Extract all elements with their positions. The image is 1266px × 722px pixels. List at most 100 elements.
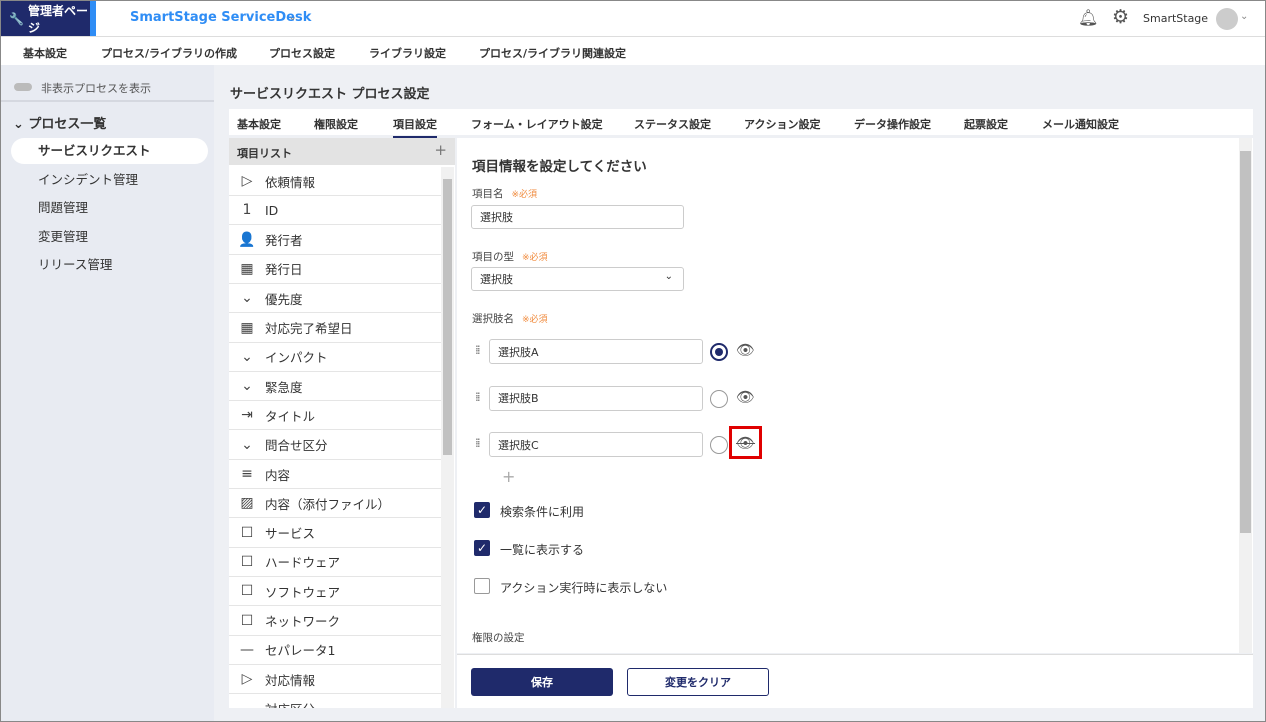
highlight-box	[729, 426, 762, 459]
list-item[interactable]: — セパレータ1	[229, 636, 441, 665]
checkbox[interactable]	[474, 578, 490, 594]
list-item[interactable]: ⌄ 優先度	[229, 284, 441, 314]
list-item[interactable]: ☐ ネットワーク	[229, 607, 441, 636]
item-type-select[interactable]: 選択肢 ⌄	[471, 267, 684, 291]
list-item[interactable]: ▦ 対応完了希望日	[229, 314, 441, 343]
tab-status[interactable]: ステータス設定	[634, 116, 711, 132]
user-name[interactable]: SmartStage	[1143, 12, 1208, 25]
detail-heading: 項目情報を設定してください	[472, 159, 647, 175]
drag-handle-icon[interactable]: ⁞⁞	[475, 343, 480, 357]
list-item[interactable]: ☐ ハードウェア	[229, 548, 441, 577]
list-item-label: タイトル	[265, 408, 316, 424]
checkbox[interactable]: ✓	[474, 502, 490, 518]
dropdown-icon: ⌄	[241, 348, 253, 365]
list-item[interactable]: ☐ サービス	[229, 519, 441, 548]
name-label: 項目名 ※必須	[472, 188, 538, 200]
list-item[interactable]: ▷ 依頼情報	[229, 167, 441, 196]
hidden-process-toggle[interactable]	[14, 83, 32, 91]
tab-data-ops[interactable]: データ操作設定	[854, 116, 931, 132]
list-item[interactable]: ⌄ 問合せ区分	[229, 431, 441, 460]
list-item-label: 発行者	[265, 233, 303, 249]
sidebar-item-service-request[interactable]: サービスリクエスト	[11, 138, 208, 164]
list-item[interactable]: 👤 発行者	[229, 226, 441, 255]
list-item-label: 内容（添付ファイル）	[265, 496, 391, 512]
list-item-label: ID	[265, 202, 279, 218]
tab-ticket[interactable]: 起票設定	[964, 116, 1008, 132]
list-item-label: ネットワーク	[265, 614, 341, 629]
drag-handle-icon[interactable]: ⁞⁞	[475, 390, 480, 404]
list-item[interactable]: ⌄ 対応区分	[229, 694, 441, 708]
list-item[interactable]: ≡ 内容	[229, 460, 441, 489]
dropdown-icon: ⌄	[241, 436, 253, 453]
gear-icon[interactable]: ⚙	[1112, 6, 1129, 28]
list-item[interactable]: ☐ ソフトウェア	[229, 577, 441, 607]
app-title[interactable]: SmartStage ServiceDesk	[130, 10, 311, 25]
add-choice-button[interactable]: +	[502, 467, 515, 486]
nav-create[interactable]: プロセス/ライブラリの作成	[101, 45, 237, 61]
tab-items[interactable]: 項目設定	[393, 116, 437, 138]
avatar[interactable]	[1216, 8, 1238, 30]
default-choice-radio[interactable]	[710, 343, 728, 361]
add-item-button[interactable]: +	[434, 141, 447, 159]
dropdown-icon: ⌄	[237, 699, 257, 708]
chevron-down-icon[interactable]: ⌄	[1240, 11, 1248, 22]
chevron-down-icon: ⌄	[664, 271, 673, 282]
choice-input[interactable]: 選択肢A	[489, 339, 703, 364]
nav-process-settings[interactable]: プロセス設定	[269, 45, 335, 67]
list-item[interactable]: ▦ 発行日	[229, 255, 441, 284]
list-item[interactable]: ⌄ インパクト	[229, 343, 441, 372]
chevron-down-icon[interactable]: ⌄	[288, 10, 297, 23]
process-list-section[interactable]: ⌄ プロセス一覧	[13, 113, 106, 132]
tab-form-layout[interactable]: フォーム・レイアウト設定	[471, 116, 603, 132]
list-item[interactable]: ⇥ タイトル	[229, 401, 441, 431]
type-label: 項目の型 ※必須	[472, 251, 548, 263]
textarea-icon: ≡	[241, 466, 253, 482]
nav-library-settings[interactable]: ライブラリ設定	[369, 45, 446, 61]
list-item[interactable]: 1 ID	[229, 196, 441, 226]
separator-icon: —	[240, 641, 254, 658]
admin-brand[interactable]: 🔧 管理者ページ	[1, 1, 90, 36]
calendar-icon: ▦	[240, 260, 254, 277]
sidebar-item-problem[interactable]: 問題管理	[11, 195, 208, 221]
item-name-input[interactable]: 選択肢	[471, 205, 684, 229]
default-choice-radio[interactable]	[710, 436, 728, 454]
tab-permission[interactable]: 権限設定	[314, 116, 358, 132]
default-choice-radio[interactable]	[710, 389, 728, 408]
dropdown-icon: ⌄	[241, 378, 253, 395]
checkbox[interactable]: ✓	[474, 540, 490, 556]
sidebar-item-incident[interactable]: インシデント管理	[11, 167, 208, 193]
list-item[interactable]: ⌄ 緊急度	[229, 372, 441, 402]
save-button[interactable]: 保存	[471, 668, 613, 696]
checkbox-label: アクション実行時に表示しない	[500, 581, 668, 595]
bell-icon[interactable]: 🔔︎	[1078, 8, 1098, 27]
list-item-label: サービス	[265, 526, 316, 542]
drag-handle-icon[interactable]: ⁞⁞	[475, 436, 480, 450]
eye-icon[interactable]: 👁︎	[736, 341, 755, 359]
list-item-label: 緊急度	[265, 379, 303, 395]
choice-input[interactable]: 選択肢B	[489, 385, 703, 411]
label-icon: ▷	[241, 173, 253, 189]
nav-relations[interactable]: プロセス/ライブラリ関連設定	[479, 45, 626, 61]
sidebar-item-release[interactable]: リリース管理	[11, 252, 208, 278]
list-item[interactable]: ▨ 内容（添付ファイル）	[229, 489, 441, 519]
top-nav: 基本設定 プロセス/ライブラリの作成 プロセス設定 ライブラリ設定 プロセス/ラ…	[1, 37, 1265, 67]
nav-basic[interactable]: 基本設定	[23, 45, 67, 61]
list-item-label: 対応区分	[265, 699, 315, 708]
clear-changes-button[interactable]: 変更をクリア	[627, 668, 769, 696]
scrollbar-thumb[interactable]	[1240, 151, 1251, 533]
library-icon: ☐	[240, 524, 254, 541]
list-item[interactable]: ▷ 対応情報	[229, 665, 441, 695]
tab-mail[interactable]: メール通知設定	[1042, 116, 1119, 132]
scrollbar-thumb[interactable]	[443, 179, 452, 455]
tab-action[interactable]: アクション設定	[744, 116, 820, 132]
item-detail-panel: 項目情報を設定してください 項目名 ※必須 選択肢 項目の型 ※必須 選択肢 ⌄ 選択…	[457, 138, 1253, 653]
checkbox-label: 検索条件に利用	[500, 505, 585, 519]
permission-label: 権限の設定	[472, 632, 525, 644]
person-icon: 👤	[238, 231, 256, 248]
sidebar-item-change[interactable]: 変更管理	[11, 224, 208, 250]
tab-basic[interactable]: 基本設定	[237, 116, 281, 132]
choice-input[interactable]: 選択肢C	[489, 432, 703, 457]
eye-icon[interactable]: 👁︎	[736, 388, 755, 406]
page-title: サービスリクエスト プロセス設定	[230, 87, 430, 102]
list-item-label: インパクト	[265, 350, 328, 366]
